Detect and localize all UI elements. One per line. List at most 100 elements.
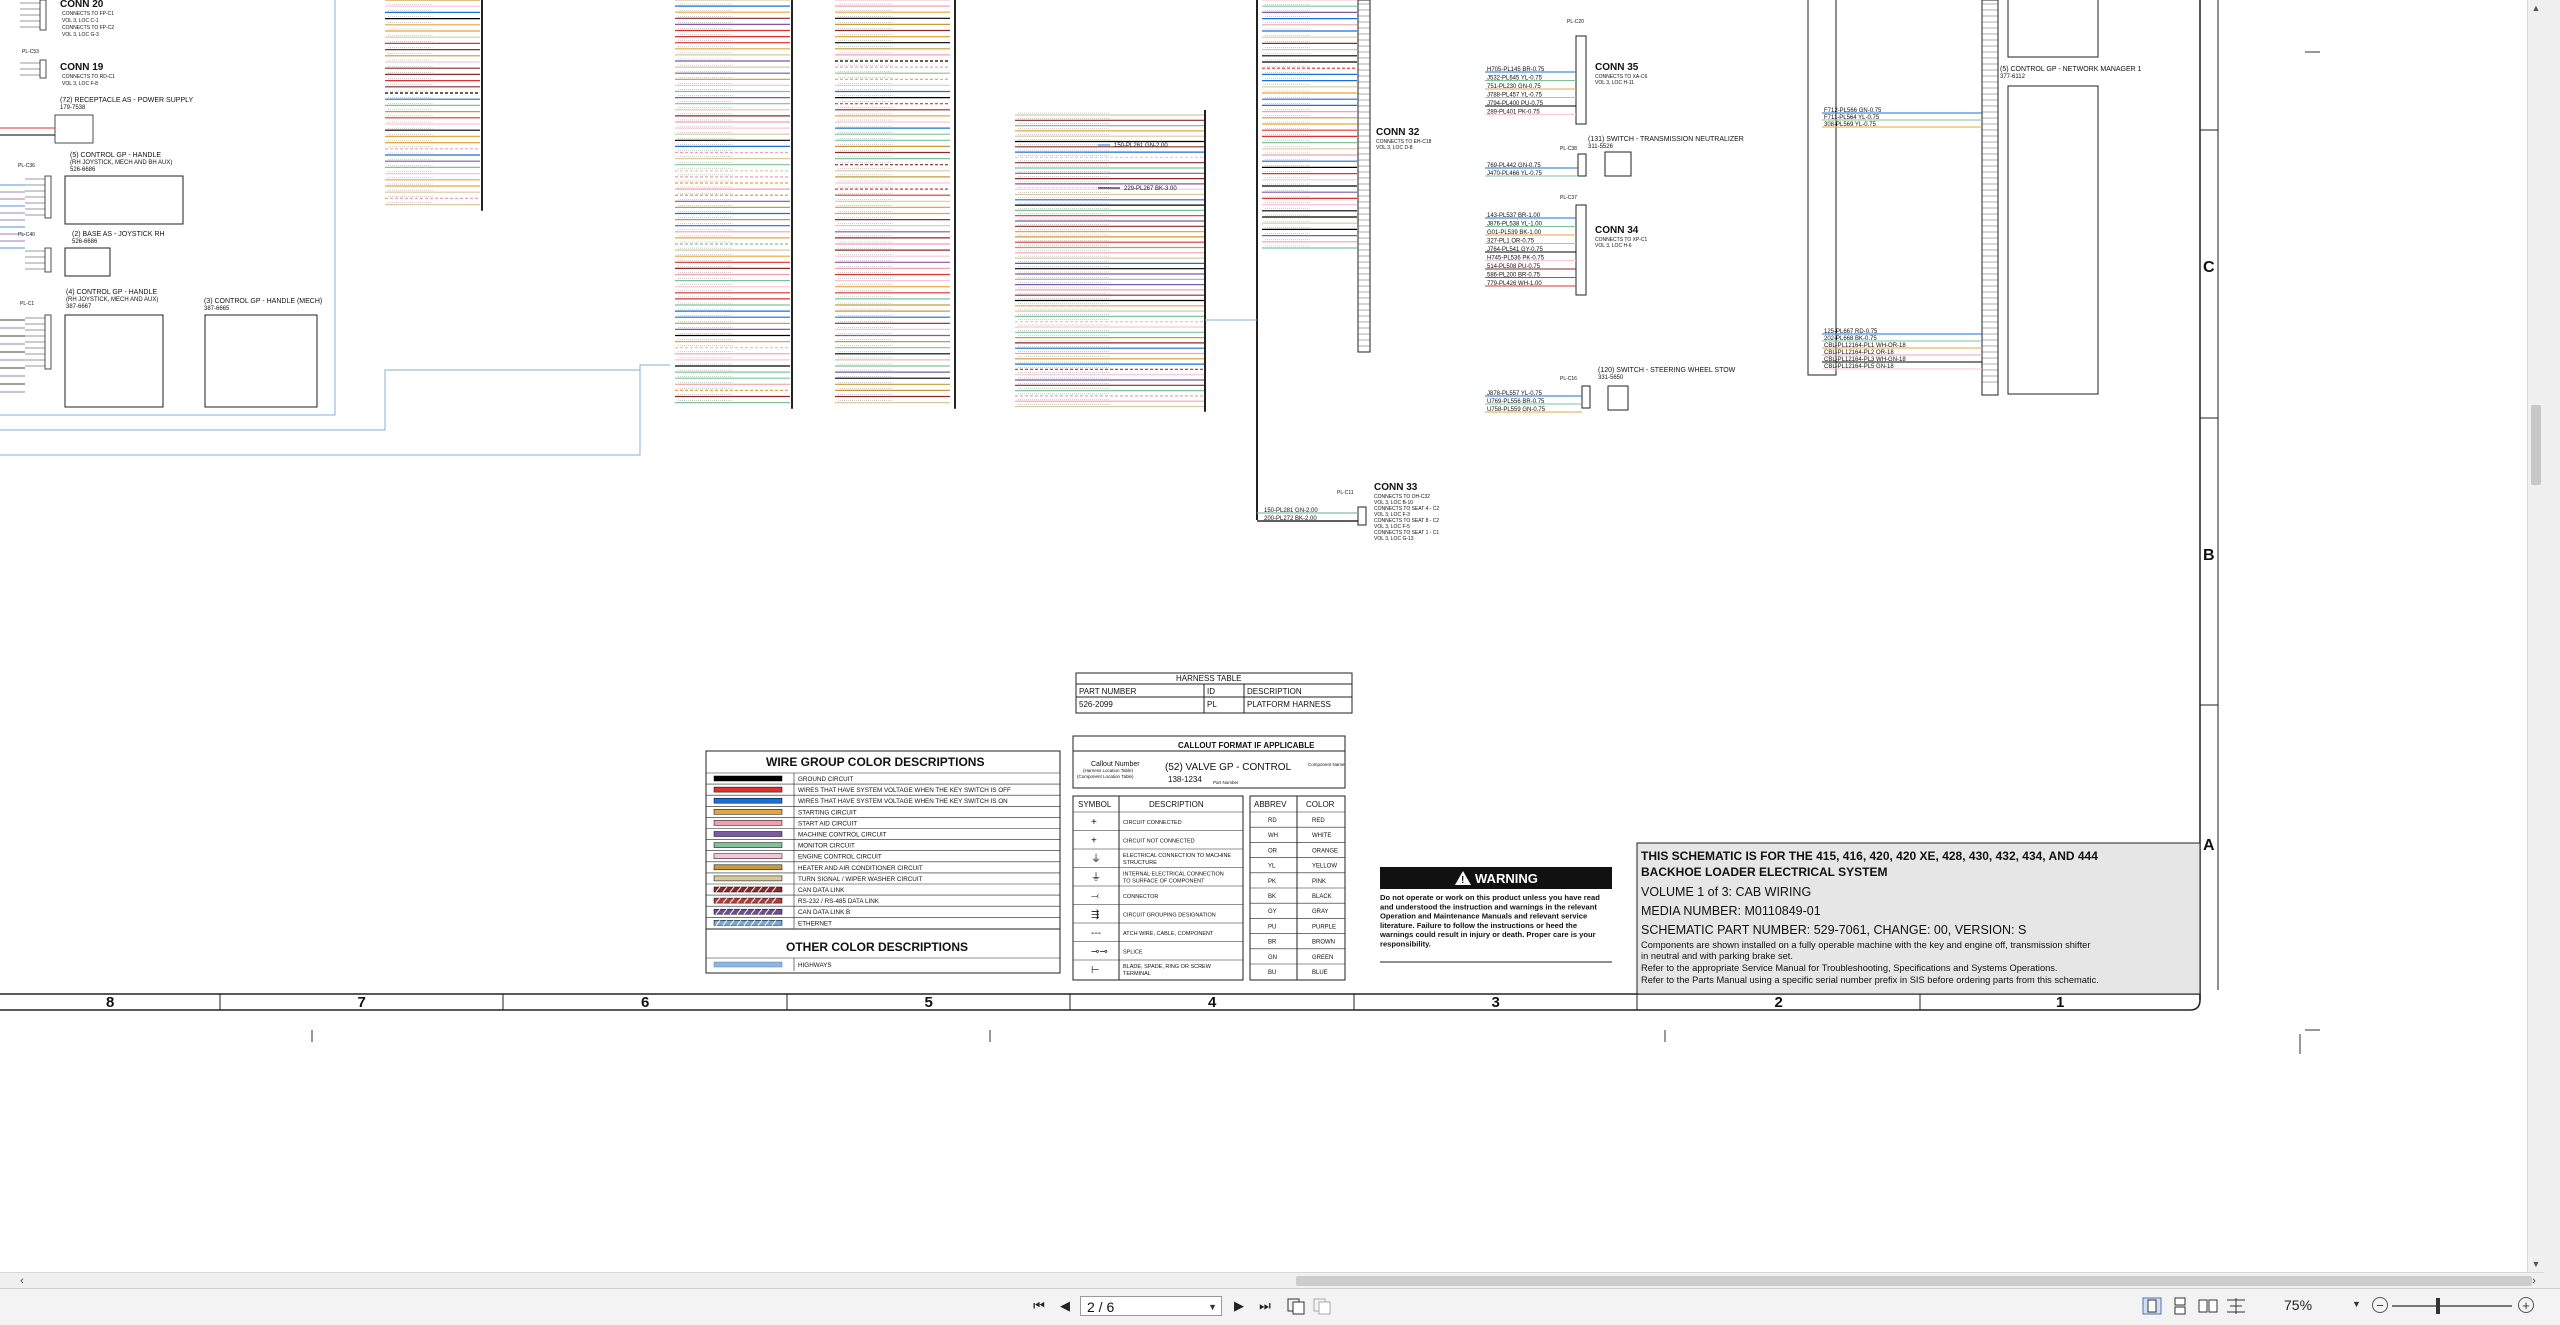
horizontal-scroll-thumb[interactable]	[1296, 1276, 2532, 1286]
control3-title: (3) CONTROL GP - HANDLE (MECH)	[204, 298, 322, 305]
control4-sub: (RH JOYSTICK, MECH AND AUX)	[66, 297, 158, 303]
zoom-slider[interactable]	[2392, 1305, 2512, 1307]
wire-group-label: CAN DATA LINK B	[798, 909, 850, 916]
zone-column-label: 3	[1492, 994, 1500, 1011]
symbol-glyph: ⏚	[1091, 853, 1101, 865]
scrollbar-corner	[2544, 1272, 2560, 1288]
last-page-button[interactable]: ⏭	[1256, 1297, 1274, 1315]
control5-title: (5) CONTROL GP - HANDLE	[70, 152, 161, 159]
zoom-dropdown-icon[interactable]: ▼	[2352, 1299, 2361, 1309]
warning-text: Operation and Maintenance Manuals and re…	[1380, 912, 1587, 921]
scroll-up-arrow-icon[interactable]: ▲	[2528, 0, 2544, 16]
net-bottom-label: CBL-PL12164-PL1 WH-OR-18	[1824, 343, 1906, 349]
conn34-housing	[1575, 204, 1587, 296]
zoom-level[interactable]: 75%	[2284, 1297, 2312, 1313]
abbrev-code: GN	[1268, 955, 1277, 961]
abbrev-code: RD	[1268, 818, 1277, 824]
abbrev-color: WHITE	[1312, 833, 1331, 839]
symbol-desc: STRUCTURE	[1123, 860, 1157, 866]
symbol-header: SYMBOL	[1078, 800, 1112, 809]
conn33-name: CONN 33	[1374, 482, 1418, 493]
abbrev-color: YELLOW	[1312, 864, 1337, 870]
zoom-out-icon[interactable]: −	[2372, 1297, 2388, 1313]
scroll-left-arrow-icon[interactable]: ‹	[14, 1273, 30, 1289]
abbrev-color: PURPLE	[1312, 924, 1336, 930]
conn33-wire-label: 200-PL272 BK-2.00	[1264, 516, 1317, 522]
abbrev-color: BLACK	[1312, 894, 1332, 900]
wire-group-swatch	[713, 831, 783, 837]
wire-group-label: CAN DATA LINK	[798, 887, 845, 894]
previous-page-button[interactable]: ◀	[1056, 1297, 1074, 1315]
conn34-label: 779-PL426 WH-1.00	[1487, 281, 1542, 287]
wire-group-label: ENGINE CONTROL CIRCUIT	[798, 854, 882, 861]
conn34-label: 327-PL1 OR-0.75	[1487, 239, 1535, 245]
switch131-label: J470-PL466 YL-0.75	[1487, 171, 1543, 177]
wire-group-label: STARTING CIRCUIT	[798, 809, 857, 816]
harness-table-header: DESCRIPTION	[1247, 687, 1302, 696]
abbrev-color: BROWN	[1312, 940, 1335, 946]
page-number-value: 2 / 6	[1087, 1299, 1115, 1315]
wire-group-swatch	[713, 853, 783, 859]
next-page-button[interactable]: ▶	[1230, 1297, 1248, 1315]
receptacle-symbol	[54, 114, 94, 144]
net-bottom-label: CBL-PL12164-PL5 GN-18	[1824, 364, 1894, 370]
callout-number: Callout Number	[1091, 761, 1140, 768]
abbrev-code: OR	[1268, 848, 1278, 854]
conn19-desc: CONNECTS TO RD-C1	[62, 74, 115, 80]
zone-column-label: 6	[641, 994, 649, 1011]
title-note: Refer to the Parts Manual using a specif…	[1641, 975, 2099, 985]
callout-sub: (Harness Location Table)	[1083, 768, 1133, 773]
facing-pages-icon[interactable]	[2198, 1297, 2218, 1315]
warning-text: literature. Failure to follow the instru…	[1380, 921, 1577, 930]
plc38-label: PL-C38	[1560, 146, 1577, 152]
zoom-in-icon[interactable]: +	[2518, 1297, 2534, 1313]
base-title: (2) BASE AS - JOYSTICK RH	[72, 231, 165, 238]
title-line2: BACKHOE LOADER ELECTRICAL SYSTEM	[1641, 865, 1887, 879]
page-number-field[interactable]: 2 / 6 ▼	[1080, 1296, 1222, 1316]
abbrev-code: PU	[1268, 924, 1276, 930]
single-page-view-icon[interactable]	[2142, 1297, 2162, 1315]
conn35-desc: VOL 3, LOC H-11	[1595, 80, 1634, 86]
page-dropdown-icon[interactable]: ▼	[1208, 1297, 1217, 1317]
wire-group-label: ETHERNET	[798, 920, 832, 927]
other-colors-title: OTHER COLOR DESCRIPTIONS	[786, 940, 968, 954]
symbol-glyph: ⊸⊸	[1091, 947, 1108, 958]
copy-text-icon[interactable]	[1312, 1297, 1332, 1315]
continuous-view-icon[interactable]	[2170, 1297, 2190, 1315]
scroll-down-arrow-icon[interactable]: ▼	[2528, 1256, 2544, 1272]
first-page-button[interactable]: ⏮	[1030, 1297, 1048, 1315]
conn34-label: 586-PL200 BR-0.75	[1487, 273, 1541, 279]
conn33-desc: VOL 3, LOC G-13	[1374, 536, 1414, 542]
symbol-desc-header: DESCRIPTION	[1149, 800, 1204, 809]
switch131-part: 311-5526	[1588, 144, 1614, 150]
copy-page-icon[interactable]	[1286, 1297, 1306, 1315]
zoom-slider-thumb[interactable]	[2436, 1298, 2440, 1314]
conn32-desc: VOL 3, LOC D-8	[1376, 145, 1413, 151]
network-box	[2007, 85, 2099, 395]
zone-column-label: 4	[1208, 994, 1217, 1011]
symbol-glyph: ⊢	[1091, 965, 1100, 976]
conn33-wire-label: 150-PL281 GN-2.00	[1264, 508, 1318, 514]
horizontal-scrollbar[interactable]: ‹ ›	[0, 1272, 2544, 1289]
wire-group-label: GROUND CIRCUIT	[798, 776, 853, 783]
net-bottom-label: CBL-PL12164-PL2 OR-18	[1824, 350, 1894, 356]
switch120-part: 331-5650	[1598, 375, 1624, 381]
switch120-label: U769-PL556 BR-0.75	[1487, 399, 1545, 405]
wire-group-label: HEATER AND AIR CONDITIONER CIRCUIT	[798, 865, 923, 872]
scroll-right-arrow-icon[interactable]: ›	[2526, 1273, 2542, 1289]
control5-sub: (RH JOYSTICK, MECH AND BH AUX)	[70, 160, 172, 166]
net-top-label: 308-PL569 YL-0.75	[1824, 122, 1877, 128]
vertical-scrollbar[interactable]: ▲ ▼	[2527, 0, 2544, 1272]
conn35-label: 289-PL401 PK-0.75	[1487, 110, 1540, 116]
symbol-desc: CIRCUIT CONNECTED	[1123, 820, 1182, 826]
callout-part-number: Part Number	[1213, 780, 1239, 785]
conn19-name: CONN 19	[60, 62, 104, 73]
title-schematic-part: SCHEMATIC PART NUMBER: 529-7061, CHANGE:…	[1641, 923, 2026, 937]
book-view-icon[interactable]	[2226, 1297, 2246, 1315]
switch131-connector	[1577, 153, 1587, 177]
other-colors-label: HIGHWAYS	[798, 962, 832, 969]
abbrev-code: GY	[1268, 909, 1277, 915]
vertical-scroll-thumb[interactable]	[2531, 405, 2541, 485]
conn20-name: CONN 20	[60, 0, 104, 10]
symbol-desc: CIRCUIT GROUPING DESIGNATION	[1123, 913, 1216, 919]
